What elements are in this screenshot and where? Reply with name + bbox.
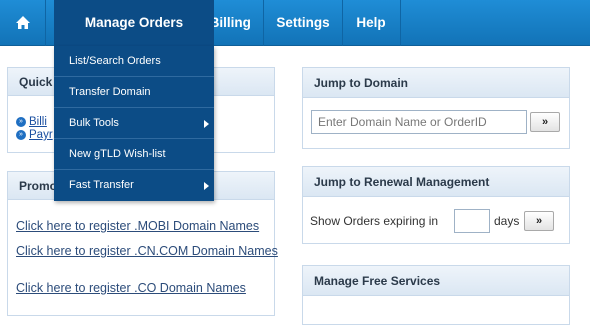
nav-help[interactable]: Help [342, 0, 400, 46]
days-label: days [494, 214, 520, 228]
expiring-prefix-label: Show Orders expiring in [310, 214, 439, 228]
menu-item-new-gtld-wishlist[interactable]: New gTLD Wish-list [54, 139, 214, 170]
nav-manage-orders[interactable]: Manage Orders [54, 0, 214, 46]
manage-orders-dropdown: List/Search Orders Transfer Domain Bulk … [54, 46, 214, 201]
promo-link-mobi[interactable]: Click here to register .MOBI Domain Name… [16, 220, 278, 233]
menu-item-label: Transfer Domain [69, 86, 151, 98]
promo-link-co[interactable]: Click here to register .CO Domain Names [16, 282, 278, 295]
nav-settings[interactable]: Settings [264, 0, 342, 46]
menu-item-transfer-domain[interactable]: Transfer Domain [54, 77, 214, 108]
home-button[interactable] [0, 0, 46, 46]
nav-divider [400, 0, 401, 46]
jump-renewal-go-button[interactable]: » [524, 211, 554, 231]
menu-item-label: Fast Transfer [69, 179, 134, 191]
panel-title: Jump to Domain [303, 68, 569, 98]
arrow-bullet-icon: » [16, 116, 26, 127]
arrow-bullet-icon: » [16, 129, 26, 140]
menu-item-list-search-orders[interactable]: List/Search Orders [54, 46, 214, 77]
promo-link-cncom[interactable]: Click here to register .CN.COM Domain Na… [16, 245, 278, 258]
menu-item-fast-transfer[interactable]: Fast Transfer [54, 170, 214, 201]
expiry-days-input[interactable] [454, 209, 490, 233]
panel-title: Manage Free Services [303, 266, 569, 296]
quick-link-label: Payr [29, 129, 53, 141]
home-icon [16, 16, 30, 29]
top-navbar: Manage Orders My Billing Settings Help [0, 0, 590, 46]
submenu-arrow-icon [204, 182, 209, 190]
menu-item-label: List/Search Orders [69, 55, 161, 67]
jump-to-domain-panel: Jump to Domain » [302, 67, 570, 149]
panel-title: Jump to Renewal Management [303, 167, 569, 197]
menu-item-bulk-tools[interactable]: Bulk Tools [54, 108, 214, 139]
domain-search-input[interactable] [311, 110, 527, 134]
menu-item-label: New gTLD Wish-list [69, 148, 166, 160]
manage-free-services-panel: Manage Free Services [302, 265, 570, 325]
quick-link-payments[interactable]: » Payr [16, 129, 53, 141]
jump-domain-go-button[interactable]: » [530, 112, 560, 132]
jump-to-renewal-panel: Jump to Renewal Management Show Orders e… [302, 166, 570, 244]
quick-link-label: Billi [29, 116, 47, 128]
menu-item-label: Bulk Tools [69, 117, 119, 129]
quick-link-billing[interactable]: » Billi [16, 116, 47, 128]
submenu-arrow-icon [204, 120, 209, 128]
